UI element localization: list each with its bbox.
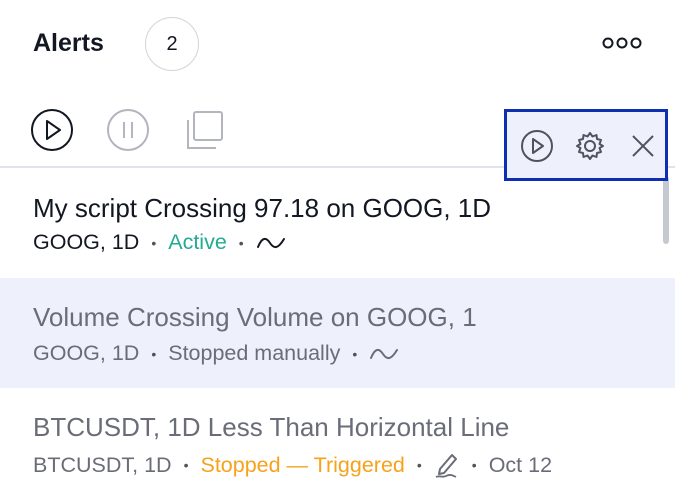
alert-symbol: GOOG, 1D: [33, 230, 140, 254]
separator-dot: •: [352, 345, 358, 362]
separator-dot: •: [238, 234, 244, 251]
wave-icon: [370, 348, 399, 359]
clone-icon: [187, 111, 223, 149]
separator-dot: •: [183, 457, 189, 473]
pause-all-button[interactable]: [106, 108, 150, 152]
alert-meta: BTCUSDT, 1D • Stopped — Triggered • • Oc…: [33, 451, 552, 479]
alert-meta: GOOG, 1D • Stopped manually •: [33, 341, 399, 366]
remove-alert-button[interactable]: [625, 128, 661, 164]
alert-row-3[interactable]: BTCUSDT, 1D Less Than Horizontal Line BT…: [0, 388, 675, 495]
wave-icon: [256, 237, 285, 248]
start-all-button[interactable]: [30, 108, 74, 152]
alert-status: Stopped manually: [168, 341, 341, 365]
alert-settings-button[interactable]: [572, 128, 608, 164]
clone-button[interactable]: [182, 108, 226, 152]
panel-title: Alerts: [33, 29, 104, 57]
alert-actions: [504, 109, 668, 181]
pencil-icon: [435, 454, 457, 478]
separator-dot: •: [416, 457, 422, 473]
alert-title: BTCUSDT, 1D Less Than Horizontal Line: [33, 412, 510, 442]
play-icon: [31, 109, 73, 151]
close-icon: [632, 135, 654, 157]
list-scrollbar[interactable]: [663, 176, 669, 244]
pause-icon: [107, 109, 149, 151]
more-options-button[interactable]: [596, 28, 648, 58]
separator-dot: •: [471, 457, 477, 473]
restart-alert-button[interactable]: [519, 128, 555, 164]
alerts-header: Alerts 2: [0, 0, 675, 90]
alert-title: Volume Crossing Volume on GOOG, 1: [33, 302, 477, 332]
alert-date: Oct 12: [488, 452, 553, 477]
more-dots-icon: [602, 37, 642, 49]
play-icon: [521, 130, 553, 162]
alerts-list: My script Crossing 97.18 on GOOG, 1D GOO…: [0, 168, 675, 495]
alert-symbol: GOOG, 1D: [33, 341, 140, 365]
separator-dot: •: [151, 345, 157, 362]
alert-title: My script Crossing 97.18 on GOOG, 1D: [33, 193, 492, 223]
alerts-panel: Alerts 2 My script Crossing 97.18 on GOO…: [0, 0, 675, 495]
gear-icon: [576, 132, 604, 160]
alert-status: Active: [168, 230, 227, 254]
alert-symbol: BTCUSDT, 1D: [33, 452, 172, 477]
alert-row-1[interactable]: My script Crossing 97.18 on GOOG, 1D GOO…: [0, 168, 675, 278]
separator-dot: •: [151, 234, 157, 251]
alert-row-2[interactable]: Volume Crossing Volume on GOOG, 1 GOOG, …: [0, 278, 675, 388]
alert-status: Stopped — Triggered: [200, 452, 405, 477]
alerts-count-badge: 2: [145, 17, 199, 71]
alert-meta: GOOG, 1D • Active •: [33, 230, 286, 255]
